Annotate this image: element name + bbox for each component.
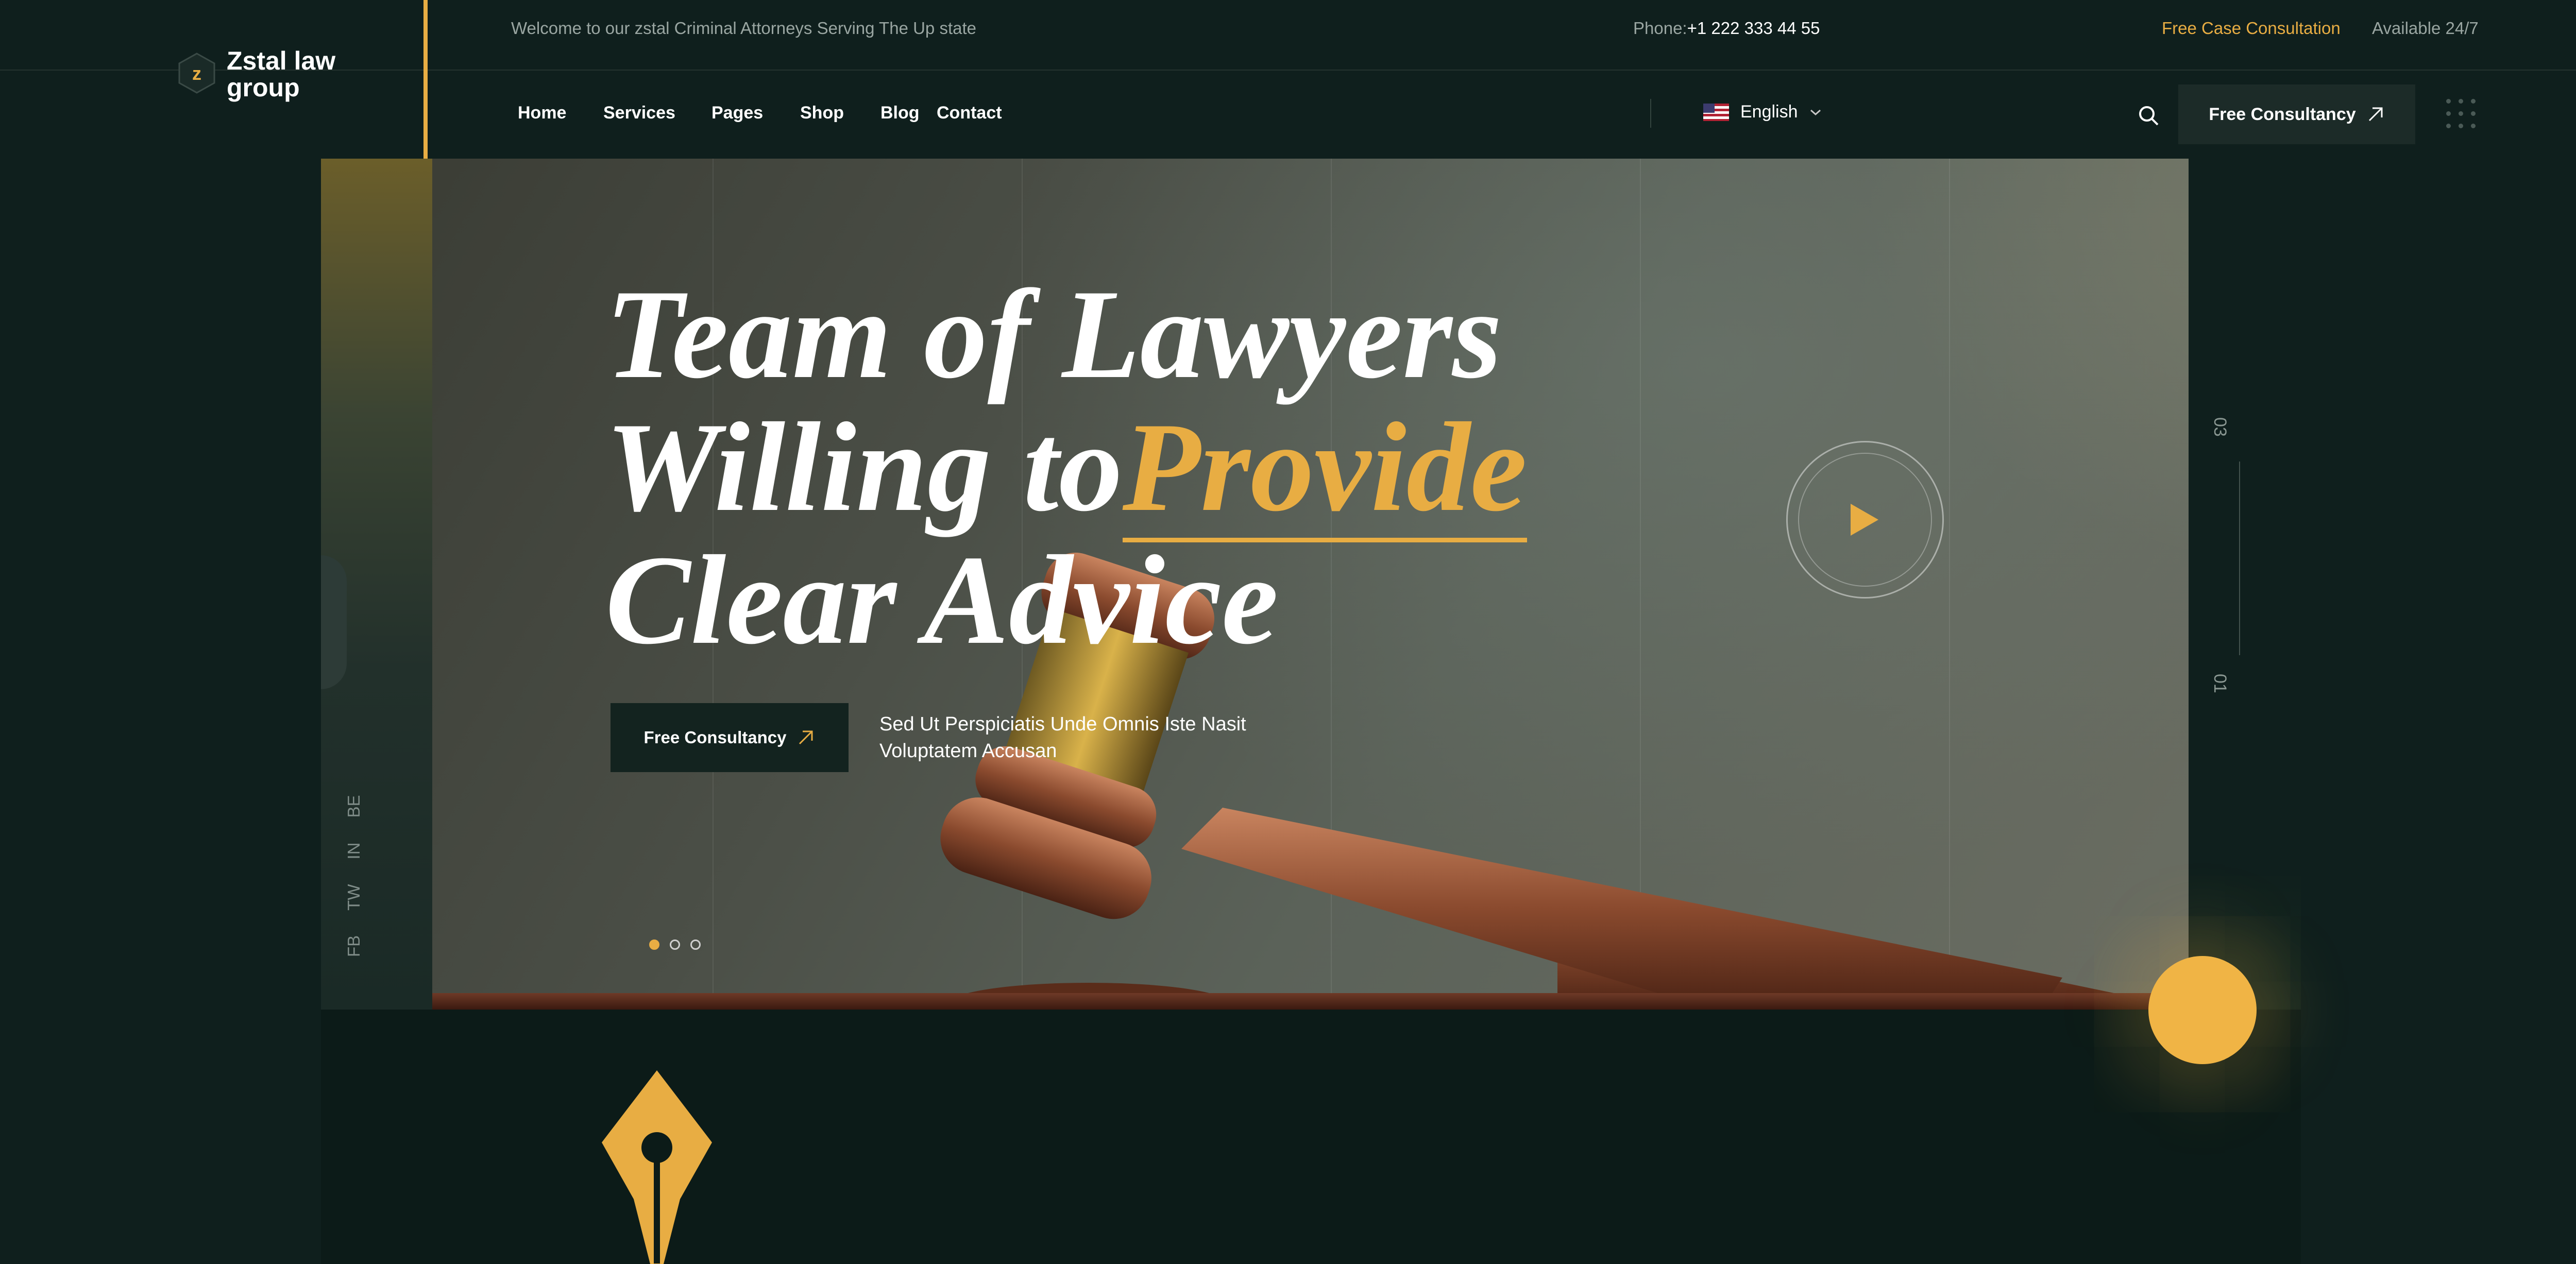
headline-highlight: Provide	[1122, 396, 1527, 542]
decor-orb	[2148, 956, 2257, 1064]
nav-services[interactable]: Services	[603, 103, 675, 123]
arrow-up-right-icon	[2368, 107, 2383, 122]
free-case-consultation-link[interactable]: Free Case Consultation	[2162, 19, 2341, 38]
language-label: English	[1740, 102, 1798, 122]
top-bar: Welcome to our zstal Criminal Attorneys …	[0, 0, 2576, 71]
hero-headline: Team of Lawyers Willing toProvide Clear …	[605, 268, 1527, 667]
desk-surface	[432, 993, 2189, 1010]
language-selector[interactable]: English	[1703, 102, 1822, 122]
logo-badge-icon: z	[178, 53, 215, 94]
slide-total: 03	[2210, 417, 2230, 437]
nav-blog[interactable]: Blog	[880, 103, 920, 123]
nav-separator	[1650, 99, 1651, 128]
social-in[interactable]: IN	[344, 843, 364, 860]
availability-text: Available 24/7	[2372, 19, 2479, 38]
chevron-down-icon	[1810, 109, 1821, 115]
phone-info[interactable]: Phone:+1 222 333 44 55	[1633, 19, 1820, 38]
hero-description: Sed Ut Perspiciatis Unde Omnis Iste Nasi…	[879, 713, 1246, 762]
us-flag-icon	[1703, 103, 1729, 121]
logo-text: Zstal law group	[227, 46, 336, 102]
headline-line-1: Team of Lawyers	[605, 263, 1502, 405]
arrow-up-right-icon	[799, 730, 813, 745]
nav-pages[interactable]: Pages	[711, 103, 763, 123]
slider-pagination	[649, 940, 701, 950]
logo[interactable]: z Zstal law group	[175, 47, 345, 104]
headline-line-2: Willing toProvide	[605, 396, 1527, 542]
slide-dot-1[interactable]	[649, 940, 659, 950]
decor-half-circle	[321, 555, 347, 689]
social-tw[interactable]: TW	[344, 884, 364, 911]
welcome-text: Welcome to our zstal Criminal Attorneys …	[511, 19, 976, 38]
free-consultancy-label: Free Consultancy	[2209, 104, 2356, 124]
nav-contact[interactable]: Contact	[937, 103, 1002, 123]
pen-nib-icon	[602, 1070, 712, 1264]
slide-current: 01	[2210, 674, 2230, 693]
slide-dot-2[interactable]	[670, 940, 680, 950]
nav-shop[interactable]: Shop	[800, 103, 844, 123]
header-divider	[423, 0, 428, 159]
hero-free-consultancy-button[interactable]: Free Consultancy	[611, 703, 849, 772]
social-be[interactable]: BE	[344, 795, 364, 817]
free-consultancy-button[interactable]: Free Consultancy	[2178, 84, 2415, 144]
slide-progress-line	[2239, 462, 2240, 655]
nav-home[interactable]: Home	[518, 103, 566, 123]
social-fb[interactable]: FB	[344, 935, 364, 957]
slide-dot-3[interactable]	[690, 940, 701, 950]
social-links: FB TW IN BE	[344, 795, 364, 957]
headline-line-3: Clear Advice	[605, 529, 1279, 671]
phone-number[interactable]: +1 222 333 44 55	[1687, 19, 1820, 38]
search-icon[interactable]	[2137, 104, 2160, 127]
headline-line-2-text: Willing to	[605, 396, 1123, 538]
play-icon[interactable]	[1851, 504, 1878, 536]
hero-cta-label: Free Consultancy	[643, 728, 787, 747]
logo-badge-letter: z	[192, 63, 201, 84]
menu-grid-icon[interactable]	[2446, 99, 2476, 129]
phone-label: Phone:	[1633, 19, 1687, 38]
